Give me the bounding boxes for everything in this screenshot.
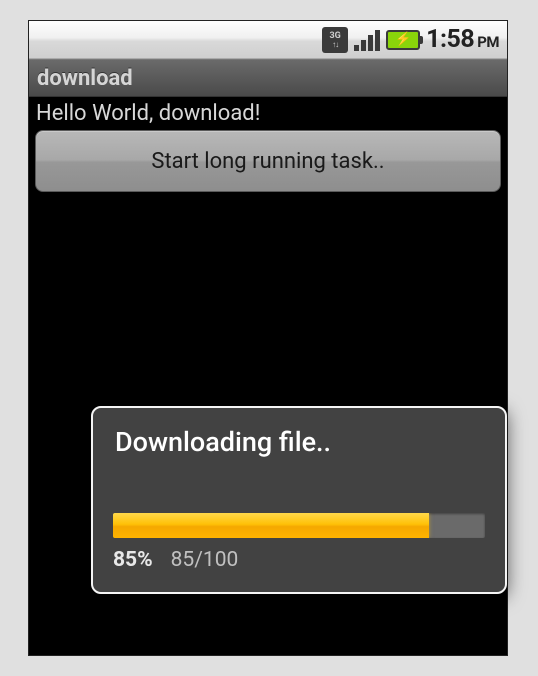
clock: 1:58 PM: [426, 25, 499, 54]
dialog-title: Downloading file..: [113, 426, 485, 458]
network-3g-icon: 3G ↑↓: [322, 27, 348, 53]
app-title-bar: download: [29, 59, 507, 97]
clock-time: 1:58: [426, 25, 474, 54]
status-bar: 3G ↑↓ ⚡ 1:58 PM: [29, 21, 507, 59]
progress-percent: 85%: [113, 548, 153, 572]
signal-icon: [354, 29, 380, 51]
app-title: download: [37, 66, 133, 91]
battery-icon: ⚡: [386, 30, 420, 50]
progress-count: 85/100: [171, 548, 239, 572]
progress-fill: [113, 513, 429, 538]
battery-bolt-icon: ⚡: [395, 33, 411, 46]
progress-text: 85% 85/100: [113, 548, 485, 572]
network-arrows-icon: ↑↓: [332, 41, 338, 49]
progress-bar: [113, 513, 485, 538]
clock-ampm: PM: [477, 33, 499, 51]
hello-text: Hello World, download!: [32, 99, 504, 130]
phone-frame: 3G ↑↓ ⚡ 1:58 PM download Hello World, do…: [28, 20, 508, 656]
start-task-button[interactable]: Start long running task..: [35, 130, 501, 192]
content-area: Hello World, download! Start long runnin…: [29, 97, 507, 194]
start-task-button-label: Start long running task..: [151, 149, 384, 174]
progress-dialog: Downloading file.. 85% 85/100: [91, 406, 507, 594]
